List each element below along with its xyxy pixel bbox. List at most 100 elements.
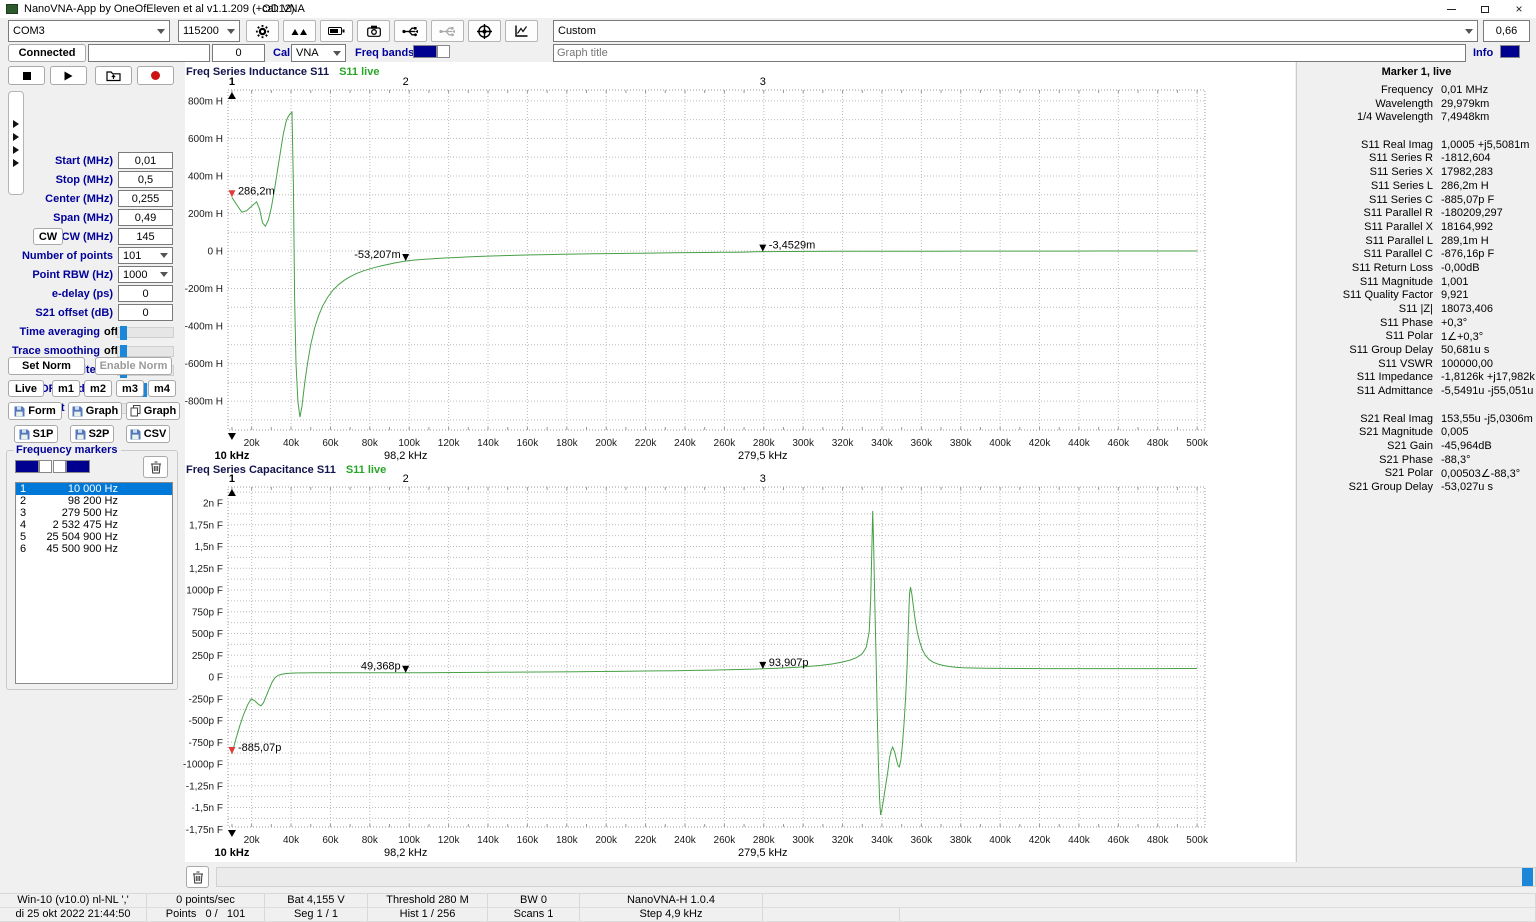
svg-text:1,25n F: 1,25n F <box>189 564 223 575</box>
marker-panel-value: -180209,297 <box>1433 207 1503 221</box>
slider-handle[interactable] <box>120 326 127 340</box>
slider-track[interactable] <box>117 346 174 357</box>
marker-color-swatch[interactable] <box>53 460 66 473</box>
field-select[interactable]: 1000 <box>118 266 173 283</box>
info-color-swatch[interactable] <box>1500 45 1520 58</box>
set-norm-button[interactable]: Set Norm <box>8 357 85 375</box>
stop-button[interactable] <box>8 66 45 85</box>
field-input[interactable] <box>118 304 173 321</box>
save-form-label: Form <box>28 405 56 417</box>
marker-panel-value: -53,027u s <box>1433 481 1493 495</box>
live-trace-button[interactable]: Live <box>8 380 44 397</box>
settings-button[interactable] <box>246 20 279 42</box>
clear-graph-button[interactable] <box>186 866 209 888</box>
svg-text:180k: 180k <box>556 835 579 846</box>
marker-panel-value <box>1433 399 1441 413</box>
svg-text:0 F: 0 F <box>209 673 223 684</box>
connected-button[interactable]: Connected <box>8 44 86 62</box>
memory-1-button[interactable]: m1 <box>52 380 80 397</box>
memory-4-button[interactable]: m4 <box>148 380 176 397</box>
com-port-select[interactable]: COM3 <box>8 20 170 42</box>
graph-title-input[interactable] <box>553 44 1466 62</box>
marker-panel-label: S11 Magnitude <box>1297 276 1433 290</box>
preset-scale-field[interactable]: 0,66 <box>1483 20 1530 42</box>
scrollbar-handle[interactable] <box>1522 868 1533 886</box>
play-button[interactable] <box>50 66 87 85</box>
baud-select[interactable]: 115200 <box>178 20 240 42</box>
marker-panel-value: 18164,992 <box>1433 221 1493 235</box>
battery-button[interactable] <box>320 20 353 42</box>
save-csv-button[interactable]: CSV <box>126 425 170 443</box>
marker-color-swatch[interactable] <box>15 460 39 473</box>
svg-text:360k: 360k <box>911 835 934 846</box>
maximize-button[interactable] <box>1468 0 1502 18</box>
graph-preset-select[interactable]: Custom <box>553 20 1478 42</box>
freq-bands-color-swatch-2[interactable] <box>437 45 450 58</box>
marker-panel-value: +0,3° <box>1433 317 1467 331</box>
frequency-marker-item[interactable]: 110 000 Hz <box>16 483 172 495</box>
cw-button[interactable]: CW <box>33 228 63 245</box>
inductance-chart[interactable]: 800m H600m H400m H200m H0 H-200m H-400m … <box>185 62 1295 462</box>
field-input[interactable] <box>118 171 173 188</box>
svg-text:10 kHz: 10 kHz <box>215 847 250 859</box>
svg-text:300k: 300k <box>792 438 815 449</box>
record-icon <box>151 71 160 80</box>
frequency-marker-list[interactable]: 110 000 Hz298 200 Hz3279 500 Hz42 532 47… <box>15 482 173 684</box>
save-s1p-label: S1P <box>33 428 54 440</box>
status-cell: Win-10 (v10.0) nl-NL ',' <box>0 894 147 907</box>
field-input[interactable] <box>118 285 173 302</box>
save-form-button[interactable]: Form <box>8 402 62 420</box>
calibration-target-button[interactable] <box>468 20 501 42</box>
app-icon <box>6 4 18 14</box>
svg-text:200k: 200k <box>595 835 618 846</box>
field-input[interactable] <box>118 228 173 245</box>
save-graph-button[interactable]: Graph <box>68 402 122 420</box>
marker-panel-row: S11 Parallel C-876,16p F <box>1297 248 1536 262</box>
open-folder-button[interactable] <box>95 66 132 85</box>
capacitance-chart[interactable]: 2n F1,75n F1,5n F1,25n F1000p F750p F500… <box>185 462 1295 864</box>
copy-graph-button[interactable]: Graph <box>126 402 180 420</box>
usb-disconnect-button[interactable] <box>431 20 464 42</box>
memory-2-button[interactable]: m2 <box>84 380 112 397</box>
sweep-presets-expander[interactable] <box>8 91 24 195</box>
graph-settings-button[interactable] <box>505 20 538 42</box>
enable-norm-button[interactable]: Enable Norm <box>95 357 172 375</box>
usb-connect-button[interactable] <box>394 20 427 42</box>
close-button[interactable]: × <box>1502 0 1536 18</box>
slider-track[interactable] <box>117 327 174 338</box>
frequency-marker-item[interactable]: 298 200 Hz <box>16 495 172 507</box>
field-input[interactable] <box>118 190 173 207</box>
save-disk-icon <box>14 406 25 417</box>
memory-3-button[interactable]: m3 <box>116 380 144 397</box>
field-select[interactable]: 101 <box>118 247 173 264</box>
connection-info-field[interactable] <box>88 44 210 62</box>
cal-mode-select[interactable]: VNA <box>291 44 346 62</box>
frequency-marker-item[interactable]: 42 532 475 Hz <box>16 519 172 531</box>
save-disk-icon <box>72 406 83 417</box>
frequency-marker-item[interactable]: 525 504 900 Hz <box>16 531 172 543</box>
chevron-down-icon <box>227 29 235 34</box>
slider-label: Trace smoothing <box>12 345 100 357</box>
record-button[interactable] <box>137 66 174 85</box>
save-s1p-button[interactable]: S1P <box>14 425 58 443</box>
save-s2p-button[interactable]: S2P <box>70 425 114 443</box>
delete-markers-button[interactable] <box>143 456 168 478</box>
frequency-marker-item[interactable]: 645 500 900 Hz <box>16 543 172 555</box>
freq-bands-color-swatch[interactable] <box>413 45 437 58</box>
svg-text:320k: 320k <box>832 835 855 846</box>
firmware-upload-button[interactable] <box>283 20 316 42</box>
graph-horizontal-scrollbar[interactable] <box>216 867 1536 887</box>
field-input[interactable] <box>118 152 173 169</box>
frequency-marker-item[interactable]: 3279 500 Hz <box>16 507 172 519</box>
marker-color-swatch[interactable] <box>39 460 52 473</box>
marker-panel-value: -876,16p F <box>1433 248 1494 262</box>
slider-row: Time averagingoff <box>0 325 185 340</box>
field-input[interactable] <box>118 209 173 226</box>
minimize-button[interactable] <box>1434 0 1468 18</box>
marker-color-swatch[interactable] <box>66 460 90 473</box>
screenshot-button[interactable] <box>357 20 390 42</box>
svg-text:60k: 60k <box>322 438 339 449</box>
marker-panel-value: 153,55u -j5,0306m <box>1433 413 1533 427</box>
count-field[interactable]: 0 <box>212 44 265 62</box>
marker-readout-panel: Marker 1, live Frequency0,01 MHzWaveleng… <box>1296 62 1536 862</box>
